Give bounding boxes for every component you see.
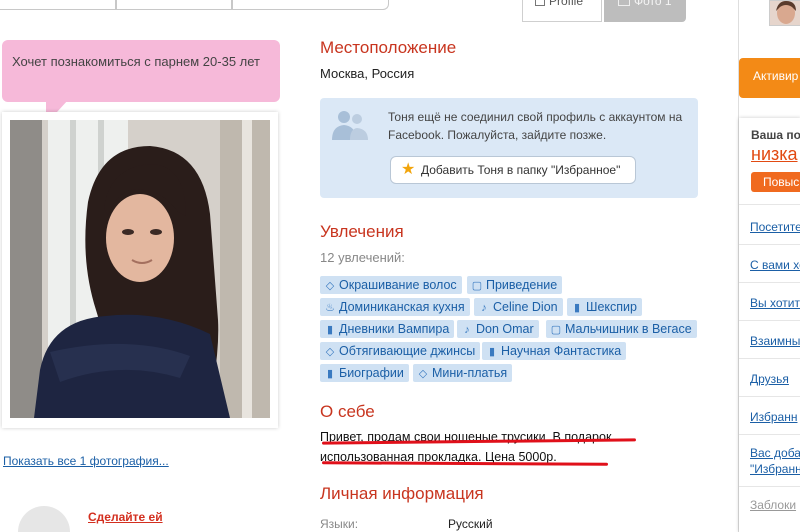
interest-tag-label: Шекспир bbox=[586, 300, 637, 314]
divider bbox=[739, 434, 800, 435]
tag-row: ▮ Дневники Вампира ♪ Don Omar ▢ Мальчишник … bbox=[320, 318, 710, 340]
tab-photo[interactable]: Фото 1 bbox=[604, 0, 686, 22]
interest-tag[interactable]: ◇ Мини-платья bbox=[413, 364, 513, 382]
activate-button[interactable]: Активир bbox=[739, 58, 800, 98]
interest-tag-label: Дневники Вампира bbox=[339, 322, 450, 336]
book-icon: ▮ bbox=[326, 368, 334, 380]
document-icon bbox=[535, 0, 545, 6]
interest-tag-label: Окрашивание волос bbox=[339, 278, 457, 292]
interest-tag-label: Celine Dion bbox=[493, 300, 558, 314]
facebook-notice-text: Тоня ещё не соединил свой профиль с акка… bbox=[388, 110, 683, 142]
profile-photo-image bbox=[10, 120, 270, 418]
interests-count: 12 увлечений: bbox=[320, 250, 405, 265]
interest-tag-label: Биографии bbox=[339, 366, 404, 380]
top-nav-tabs bbox=[0, 0, 390, 10]
interest-tag[interactable]: ▮ Дневники Вампира bbox=[320, 320, 455, 338]
avatar-image bbox=[770, 1, 800, 25]
book-icon: ▮ bbox=[326, 324, 334, 336]
status-text: Хочет познакомиться с парнем 20-35 лет bbox=[12, 54, 261, 69]
sidebar-link-blocked[interactable]: Заблоки bbox=[750, 498, 796, 512]
top-nav-tab-1[interactable] bbox=[0, 0, 116, 10]
divider bbox=[739, 358, 800, 359]
avatar[interactable] bbox=[769, 0, 800, 26]
tab-photo-label: Фото 1 bbox=[634, 0, 672, 8]
popularity-card: Ваша по низка Повыс Посетите С вами хо В… bbox=[739, 118, 800, 532]
interest-tag[interactable]: ◇ Окрашивание волос bbox=[320, 276, 462, 294]
add-to-favorites-label: Добавить Тоня в папку "Избранное" bbox=[421, 163, 621, 177]
do-it-link[interactable]: Сделайте ей bbox=[88, 510, 163, 524]
interest-tag[interactable]: ♪ Celine Dion bbox=[474, 298, 563, 316]
divider bbox=[739, 244, 800, 245]
interest-tag-label: Don Omar bbox=[476, 322, 534, 336]
sidebar-link-friends[interactable]: Друзья bbox=[750, 372, 789, 386]
interest-tag[interactable]: ▢ Приведение bbox=[467, 276, 563, 294]
facebook-notice: Тоня ещё не соединил свой профиль с акка… bbox=[320, 98, 698, 198]
top-nav-tab-2[interactable] bbox=[116, 0, 232, 10]
personal-info-title: Личная информация bbox=[320, 484, 484, 503]
about-title: О себе bbox=[320, 402, 375, 421]
tag-row: ◇ Обтягивающие джинсы ▮ Научная Фантастика bbox=[320, 340, 710, 362]
sidebar-link-visitors[interactable]: Посетите bbox=[750, 220, 800, 234]
interest-tags: ◇ Окрашивание волос ▢ Приведение ♨ Доминика… bbox=[320, 274, 710, 384]
location-value: Москва, Россия bbox=[320, 66, 415, 81]
tab-profile[interactable]: Profile bbox=[522, 0, 602, 22]
language-value: Русский bbox=[448, 517, 493, 531]
divider bbox=[739, 320, 800, 321]
tv-icon: ▢ bbox=[471, 280, 483, 292]
gem-icon: ◇ bbox=[418, 368, 428, 380]
interest-tag[interactable]: ▮ Научная Фантастика bbox=[482, 342, 627, 360]
interest-tag-label: Научная Фантастика bbox=[501, 344, 622, 358]
interest-tag[interactable]: ▮ Биографии bbox=[320, 364, 409, 382]
tag-row: ♨ Доминиканская кухня ♪ Celine Dion ▮ Шексп… bbox=[320, 296, 710, 318]
divider bbox=[739, 486, 800, 487]
interest-tag[interactable]: ♨ Доминиканская кухня bbox=[320, 298, 470, 316]
raise-button[interactable]: Повыс bbox=[751, 172, 800, 192]
interest-tag-label: Мальчишник в Вегасе bbox=[565, 322, 692, 336]
gem-icon: ◇ bbox=[325, 346, 335, 358]
interest-tag[interactable]: ▮ Шекспир bbox=[567, 298, 642, 316]
interest-tag-label: Обтягивающие джинсы bbox=[339, 344, 476, 358]
sidebar-link-wants-meet[interactable]: С вами хо bbox=[750, 258, 800, 272]
location-title: Местоположение bbox=[320, 38, 457, 57]
divider bbox=[739, 204, 800, 205]
tab-profile-label: Profile bbox=[549, 0, 584, 8]
food-icon: ♨ bbox=[325, 302, 335, 314]
interests-title: Увлечения bbox=[320, 222, 404, 241]
language-label: Языки: bbox=[320, 517, 359, 531]
photo-icon bbox=[618, 0, 630, 6]
gift-icon bbox=[18, 506, 70, 532]
right-sidebar: Активир Ваша по низка Повыс Посетите С в… bbox=[738, 0, 800, 532]
sidebar-link-mutual[interactable]: Взаимны bbox=[750, 334, 800, 348]
tag-row: ▮ Биографии ◇ Мини-платья bbox=[320, 362, 710, 384]
interest-tag[interactable]: ◇ Обтягивающие джинсы bbox=[320, 342, 481, 360]
users-icon bbox=[332, 111, 368, 140]
divider bbox=[739, 396, 800, 397]
star-icon: ★ bbox=[401, 161, 416, 178]
music-icon: ♪ bbox=[464, 324, 470, 336]
tv-icon: ▢ bbox=[550, 324, 562, 336]
interest-tag-label: Мини-платья bbox=[432, 366, 508, 380]
interest-tag[interactable]: ♪ Don Omar bbox=[457, 320, 539, 338]
popularity-label: Ваша по bbox=[751, 128, 800, 142]
popularity-level-link[interactable]: низка bbox=[751, 144, 798, 165]
add-to-favorites-button[interactable]: ★ Добавить Тоня в папку "Избранное" bbox=[390, 156, 636, 184]
sidebar-link-favorites[interactable]: Избранн bbox=[750, 410, 797, 424]
tag-row: ◇ Окрашивание волос ▢ Приведение bbox=[320, 274, 710, 296]
interest-tag-label: Доминиканская кухня bbox=[339, 300, 465, 314]
book-icon: ▮ bbox=[488, 346, 496, 358]
profile-photo-frame bbox=[2, 112, 278, 428]
sidebar-link-you-want[interactable]: Вы хотите bbox=[750, 296, 800, 310]
status-bubble: Хочет познакомиться с парнем 20-35 лет bbox=[2, 40, 280, 102]
sidebar-link-added-you[interactable]: Вас доба bbox=[750, 446, 800, 460]
gem-icon: ◇ bbox=[325, 280, 335, 292]
profile-photo[interactable] bbox=[10, 120, 270, 418]
music-icon: ♪ bbox=[481, 302, 487, 314]
interest-tag[interactable]: ▢ Мальчишник в Вегасе bbox=[546, 320, 697, 338]
book-icon: ▮ bbox=[573, 302, 581, 314]
show-all-photos-link[interactable]: Показать все 1 фотография... bbox=[3, 454, 169, 468]
sidebar-link-added-you-2[interactable]: "Избранн bbox=[750, 462, 800, 476]
interest-tag-label: Приведение bbox=[486, 278, 558, 292]
divider bbox=[739, 282, 800, 283]
top-nav-tab-3[interactable] bbox=[232, 0, 389, 10]
